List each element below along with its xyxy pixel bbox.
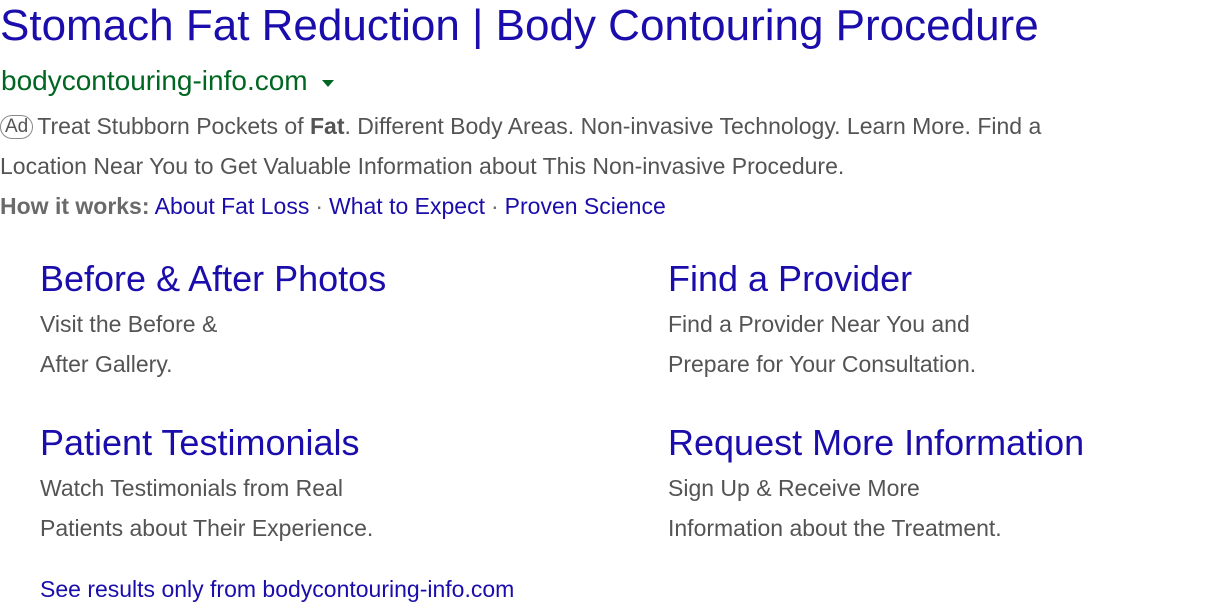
ad-description: Ad Treat Stubborn Pockets of Fat. Differe… — [0, 106, 1200, 186]
sitelink-find-provider: Find a Provider Find a Provider Near You… — [668, 256, 1216, 384]
description-bold-keyword: Fat — [309, 113, 345, 139]
sitelink-description-line: Find a Provider Near You and — [668, 311, 970, 337]
sitelink-patient-testimonials: Patient Testimonials Watch Testimonials … — [40, 420, 600, 548]
sitelink-description-line: Watch Testimonials from Real — [40, 475, 343, 501]
sitelink-description-line: Patients about Their Experience. — [40, 515, 374, 541]
description-text-part2: . Different Body Areas. Non-invasive Tec… — [344, 113, 1042, 139]
see-results-link[interactable]: See results only from bodycontouring-inf… — [40, 569, 514, 609]
ad-badge: Ad — [0, 115, 34, 139]
sitelink-description-line: Information about the Treatment. — [668, 515, 1002, 541]
description-text-part1: Treat Stubborn Pockets of — [37, 113, 310, 139]
sitelink-before-after: Before & After Photos Visit the Before &… — [40, 256, 600, 384]
sitelink-description: Watch Testimonials from Real Patients ab… — [40, 468, 600, 548]
sitelink-title[interactable]: Request More Information — [668, 420, 1216, 466]
display-url-link[interactable]: bodycontouring-info.com — [1, 65, 308, 97]
how-link-what-to-expect[interactable]: What to Expect — [329, 193, 485, 219]
ad-title-link[interactable]: Stomach Fat Reduction | Body Contouring … — [0, 0, 1039, 54]
ad-description-line-2: Location Near You to Get Valuable Inform… — [0, 153, 845, 179]
how-link-proven-science[interactable]: Proven Science — [505, 193, 666, 219]
sitelink-description-line: Visit the Before & — [40, 311, 218, 337]
sitelink-title[interactable]: Patient Testimonials — [40, 420, 600, 466]
sitelink-description: Find a Provider Near You and Prepare for… — [668, 304, 1216, 384]
sitelink-description-line: Sign Up & Receive More — [668, 475, 920, 501]
sitelink-title[interactable]: Find a Provider — [668, 256, 1216, 302]
sitelink-title[interactable]: Before & After Photos — [40, 256, 600, 302]
sitelink-description: Visit the Before & After Gallery. — [40, 304, 600, 384]
how-it-works-label: How it works: — [0, 193, 150, 219]
how-separator: · — [315, 193, 324, 219]
display-url-row: bodycontouring-info.com — [1, 62, 334, 100]
how-it-works-row: How it works: About Fat Loss · What to Exp… — [0, 186, 666, 226]
how-link-about-fat-loss[interactable]: About Fat Loss — [155, 193, 310, 219]
how-separator: · — [490, 193, 499, 219]
sitelink-description-line: After Gallery. — [40, 351, 173, 377]
ad-description-line-1: Ad Treat Stubborn Pockets of Fat. Differe… — [0, 106, 1200, 146]
sitelink-description-line: Prepare for Your Consultation. — [668, 351, 977, 377]
sitelink-request-info: Request More Information Sign Up & Recei… — [668, 420, 1216, 548]
dropdown-caret-icon[interactable] — [321, 79, 334, 87]
sitelink-description: Sign Up & Receive More Information about… — [668, 468, 1216, 548]
